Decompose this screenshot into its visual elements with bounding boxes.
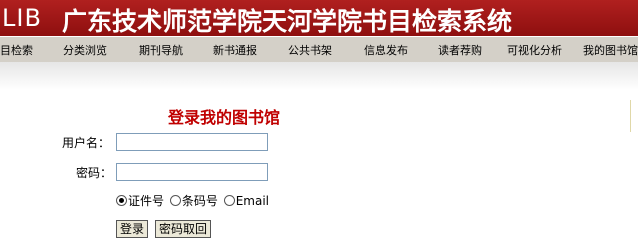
- nav-item-visual-analysis[interactable]: 可视化分析: [507, 42, 562, 58]
- username-label: 用户名：: [62, 136, 111, 150]
- nav-item-category-browse[interactable]: 分类浏览: [63, 42, 107, 58]
- login-title: 登录我的图书馆: [168, 108, 281, 127]
- nav-item-info-release[interactable]: 信息发布: [364, 42, 408, 58]
- login-type-group: 证件号 条码号 Email: [116, 192, 271, 209]
- password-label: 密码：: [76, 166, 113, 180]
- nav-shadow: [0, 62, 638, 90]
- username-input[interactable]: [116, 133, 268, 151]
- radio-email-label: Email: [235, 193, 269, 208]
- site-title: 广东技术师范学院天河学院书目检索系统: [62, 7, 513, 36]
- nav-item-my-library[interactable]: 我的图书馆: [583, 42, 638, 58]
- radio-email[interactable]: [223, 195, 235, 206]
- site-logo: LIB: [2, 4, 42, 32]
- nav-item-catalog-search[interactable]: 目检索: [0, 42, 33, 58]
- radio-barcode[interactable]: [169, 195, 181, 206]
- password-recovery-button[interactable]: 密码取回: [155, 220, 212, 238]
- main-nav: 目检索 分类浏览 期刊导航 新书通报 公共书架 信息发布 读者荐购 可视化分析 …: [0, 36, 638, 62]
- nav-item-reader-recommend[interactable]: 读者荐购: [438, 42, 482, 58]
- radio-id-card-label: 证件号: [128, 194, 165, 208]
- password-input[interactable]: [116, 163, 268, 181]
- nav-item-public-shelf[interactable]: 公共书架: [288, 42, 332, 58]
- radio-id-card[interactable]: [116, 195, 127, 206]
- login-button[interactable]: 登录: [116, 220, 149, 238]
- site-header: LIB 广东技术师范学院天河学院书目检索系统: [0, 0, 638, 36]
- nav-item-journal-nav[interactable]: 期刊导航: [139, 42, 183, 58]
- side-panel-edge: [630, 100, 638, 132]
- radio-barcode-label: 条码号: [181, 194, 218, 208]
- nav-item-new-books[interactable]: 新书通报: [213, 42, 257, 58]
